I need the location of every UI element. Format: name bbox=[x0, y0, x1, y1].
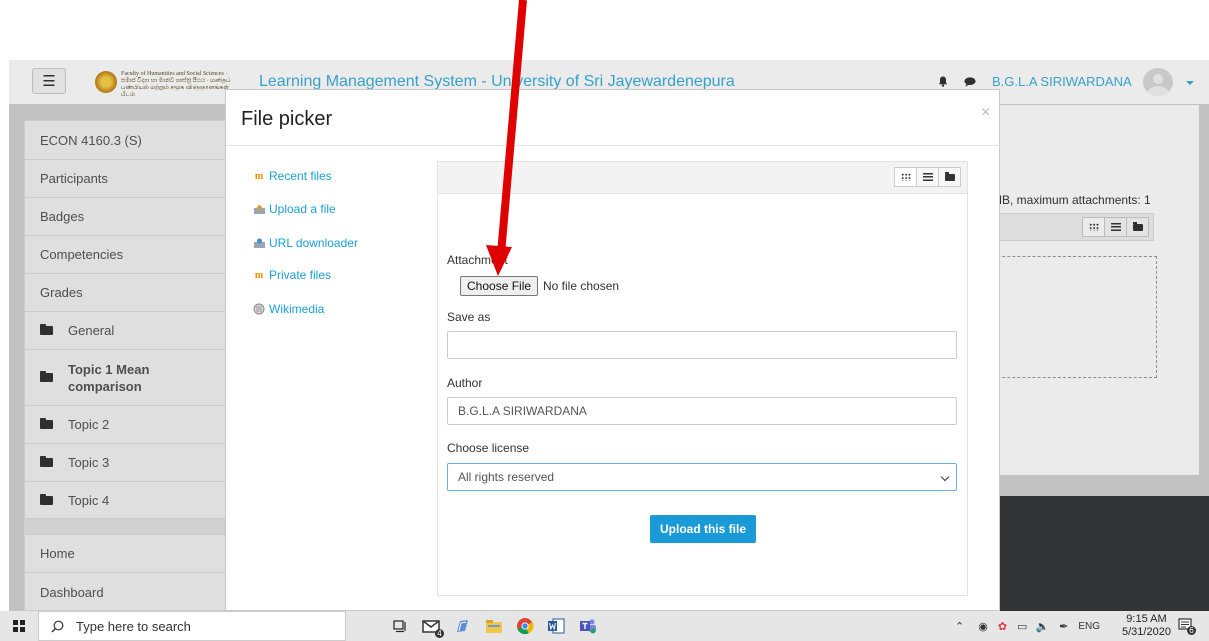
language-indicator[interactable]: ENG bbox=[1078, 621, 1100, 632]
file-picker-dialog: File picker × m Recent files Upload a fi… bbox=[225, 89, 1001, 611]
repo-upload-a-file[interactable]: Upload a file bbox=[252, 202, 336, 216]
browser-viewport: ☰ Faculty of Humanities and Social Scien… bbox=[9, 60, 1209, 611]
taskbar-mail-app[interactable]: 4 bbox=[421, 616, 444, 638]
mail-badge: 4 bbox=[435, 629, 444, 638]
word-icon bbox=[548, 618, 565, 634]
volume-icon[interactable]: 🔈 bbox=[1035, 620, 1049, 633]
search-icon bbox=[51, 620, 64, 632]
list-icon bbox=[922, 173, 933, 181]
system-tray: ⌃ ◉ ✿ ▭ 🔈 ✒ ENG bbox=[945, 611, 1100, 641]
folder-icon bbox=[486, 619, 502, 633]
screenshot: ☰ Faculty of Humanities and Social Scien… bbox=[0, 0, 1209, 641]
search-placeholder: Type here to search bbox=[76, 618, 191, 634]
taskbar-file-explorer[interactable] bbox=[484, 616, 504, 636]
url-icon bbox=[252, 237, 266, 249]
task-view-button[interactable] bbox=[390, 616, 410, 636]
taskbar-search-box[interactable]: Type here to search bbox=[38, 611, 346, 641]
notification-center-button[interactable]: 6 bbox=[1178, 618, 1196, 635]
clock-time: 9:15 AM bbox=[1126, 613, 1167, 625]
repo-wikimedia[interactable]: Wikimedia bbox=[252, 302, 324, 316]
close-button[interactable]: × bbox=[981, 104, 990, 122]
taskbar-teams[interactable] bbox=[578, 616, 598, 636]
upload-this-file-button[interactable]: Upload this file bbox=[650, 515, 756, 543]
save-as-label: Save as bbox=[447, 310, 491, 324]
license-select[interactable]: All rights reserved bbox=[447, 463, 957, 491]
repo-recent-files[interactable]: m Recent files bbox=[252, 169, 332, 183]
windows-icon bbox=[13, 620, 25, 632]
author-input[interactable]: B.G.L.A SIRIWARDANA bbox=[447, 397, 957, 425]
taskbar-word[interactable] bbox=[546, 616, 566, 636]
show-hidden-icons-button[interactable]: ⌃ bbox=[955, 620, 964, 633]
file-picker-toolbar bbox=[438, 162, 967, 194]
license-selected-value: All rights reserved bbox=[458, 470, 555, 484]
view-mode-buttons bbox=[894, 167, 961, 187]
repo-label: Wikimedia bbox=[269, 302, 325, 316]
grid-view-button[interactable] bbox=[894, 167, 917, 187]
notes-icon bbox=[457, 620, 468, 632]
battery-icon[interactable]: ▭ bbox=[1017, 620, 1027, 633]
wikimedia-icon bbox=[252, 303, 266, 315]
grid-icon bbox=[900, 173, 911, 181]
moodle-icon: m bbox=[254, 269, 264, 281]
taskbar-chrome[interactable] bbox=[515, 616, 535, 636]
clock-date: 5/31/2020 bbox=[1122, 626, 1171, 638]
repo-label: Recent files bbox=[269, 169, 332, 183]
list-view-button[interactable] bbox=[916, 167, 939, 187]
chrome-icon bbox=[517, 618, 534, 635]
tree-view-button[interactable] bbox=[938, 167, 961, 187]
app-tray-icon[interactable]: ✿ bbox=[998, 620, 1007, 633]
repo-private-files[interactable]: m Private files bbox=[252, 268, 331, 282]
upload-form-panel: Attachment Choose File No file chosen Sa… bbox=[437, 161, 968, 596]
notification-count: 6 bbox=[1187, 626, 1196, 635]
save-as-input[interactable] bbox=[447, 331, 957, 359]
moodle-icon: m bbox=[254, 170, 264, 182]
repo-label: URL downloader bbox=[269, 236, 358, 250]
taskbar-clock[interactable]: 9:15 AM 5/31/2020 bbox=[1122, 613, 1171, 639]
chevron-down-icon bbox=[940, 472, 950, 482]
pen-icon[interactable]: ✒ bbox=[1059, 620, 1068, 633]
task-view-icon bbox=[393, 619, 406, 632]
upload-icon bbox=[252, 203, 266, 215]
start-button[interactable] bbox=[0, 611, 38, 641]
author-label: Author bbox=[447, 376, 483, 390]
teams-icon bbox=[580, 619, 596, 634]
no-file-chosen-text: No file chosen bbox=[543, 279, 620, 293]
taskbar-notes-app[interactable] bbox=[452, 616, 472, 636]
dialog-divider bbox=[226, 145, 1001, 146]
folder-icon bbox=[944, 171, 955, 181]
windows-taskbar: Type here to search 4 ⌃ ◉ ✿ ▭ 🔈 ✒ ENG 9:… bbox=[0, 611, 1209, 641]
attachment-label: Attachment bbox=[447, 253, 508, 267]
choose-file-button[interactable]: Choose File bbox=[460, 276, 539, 296]
repo-label: Private files bbox=[269, 268, 332, 282]
dialog-title: File picker bbox=[241, 108, 333, 130]
repo-url-downloader[interactable]: URL downloader bbox=[252, 236, 358, 250]
repo-label: Upload a file bbox=[269, 202, 336, 216]
license-label: Choose license bbox=[447, 441, 530, 455]
network-icon[interactable]: ◉ bbox=[978, 620, 988, 633]
